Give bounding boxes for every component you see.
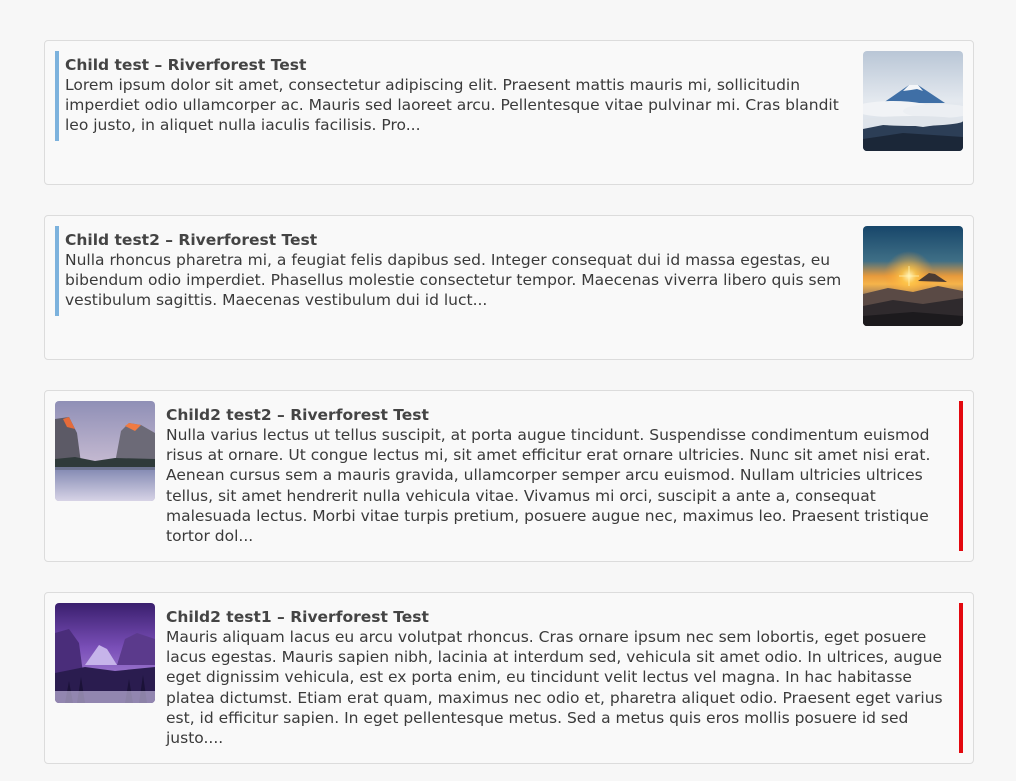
post-card[interactable]: Child2 test1 – Riverforest Test Mauris a… [44, 592, 974, 764]
post-text: Child test2 – Riverforest Test Nulla rho… [65, 230, 855, 311]
accent-bar [959, 603, 963, 753]
post-text: Child test – Riverforest Test Lorem ipsu… [65, 55, 855, 136]
post-thumbnail-valley-river[interactable] [55, 401, 155, 501]
post-thumbnail-purple-valley[interactable] [55, 603, 155, 703]
post-card[interactable]: Child test2 – Riverforest Test Nulla rho… [44, 215, 974, 360]
accent-bar [55, 51, 59, 141]
post-text: Child2 test2 – Riverforest Test Nulla va… [166, 405, 950, 546]
accent-bar [959, 401, 963, 551]
post-excerpt: Nulla rhoncus pharetra mi, a feugiat fel… [65, 251, 842, 310]
post-excerpt: Nulla varius lectus ut tellus suscipit, … [166, 426, 931, 546]
post-excerpt: Mauris aliquam lacus eu arcu volutpat rh… [166, 628, 943, 748]
post-thumbnail-mountain-clouds[interactable] [863, 51, 963, 151]
post-list: Child test – Riverforest Test Lorem ipsu… [44, 40, 974, 764]
post-card[interactable]: Child2 test2 – Riverforest Test Nulla va… [44, 390, 974, 562]
post-title[interactable]: Child test – Riverforest Test [65, 55, 855, 75]
post-title[interactable]: Child test2 – Riverforest Test [65, 230, 855, 250]
post-excerpt: Lorem ipsum dolor sit amet, consectetur … [65, 76, 839, 135]
post-thumbnail-sunrise[interactable] [863, 226, 963, 326]
post-text: Child2 test1 – Riverforest Test Mauris a… [166, 607, 950, 748]
post-title[interactable]: Child2 test2 – Riverforest Test [166, 405, 950, 425]
accent-bar [55, 226, 59, 316]
post-card[interactable]: Child test – Riverforest Test Lorem ipsu… [44, 40, 974, 185]
post-title[interactable]: Child2 test1 – Riverforest Test [166, 607, 950, 627]
